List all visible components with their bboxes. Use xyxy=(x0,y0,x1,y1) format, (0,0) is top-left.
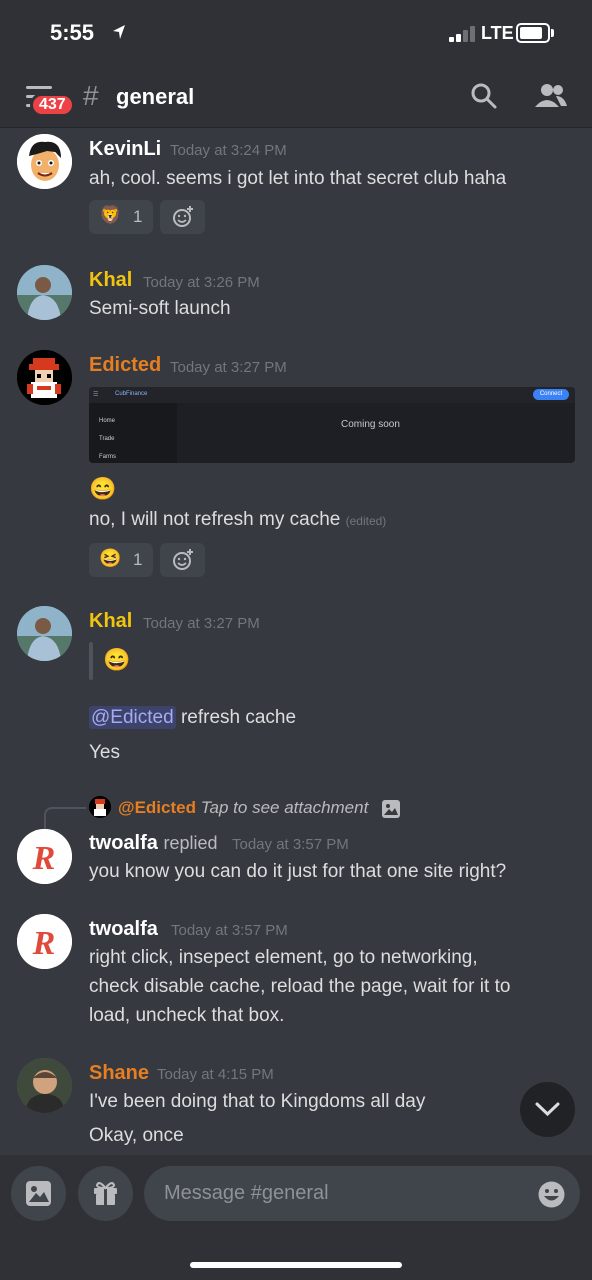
battery-icon xyxy=(516,23,550,43)
message-list[interactable]: KevinLi Today at 3:24 PM ah, cool. seems… xyxy=(0,128,592,1155)
reaction-button[interactable]: 🦁 1 xyxy=(89,200,153,234)
embed-topbar xyxy=(89,387,575,403)
message-timestamp: Today at 3:27 PM xyxy=(170,359,287,376)
message-text-content: no, I will not refresh my cache xyxy=(89,509,341,530)
image-attachment[interactable]: ☰ CubFinance Connect Home Trade Farms Co… xyxy=(89,387,575,463)
reply-preview[interactable]: @Edicted Tap to see attachment xyxy=(118,798,368,818)
message-text: load, uncheck that box. xyxy=(89,1005,285,1026)
message-text: Semi-soft launch xyxy=(89,298,231,319)
add-reaction-button[interactable] xyxy=(160,543,205,577)
reply-avatar xyxy=(89,796,111,818)
message-text: right click, insepect element, go to net… xyxy=(89,947,478,968)
avatar[interactable]: R xyxy=(17,829,72,884)
avatar[interactable] xyxy=(17,134,72,189)
message-text: Yes xyxy=(89,742,120,763)
cartoon-avatar-icon xyxy=(17,134,72,189)
embed-center-text: Coming soon xyxy=(341,419,400,430)
message-text: I've been doing that to Kingdoms all day xyxy=(89,1091,426,1112)
add-reaction-button[interactable] xyxy=(160,200,205,234)
pixel-art-avatar-icon xyxy=(17,350,72,405)
home-indicator xyxy=(190,1262,402,1268)
pixel-art-avatar-icon xyxy=(89,796,111,818)
message-text: ah, cool. seems i got let into that secr… xyxy=(89,168,507,189)
photo-avatar-icon xyxy=(17,606,72,661)
svg-text:R: R xyxy=(32,925,56,962)
members-icon[interactable] xyxy=(534,82,568,110)
embed-logo: CubFinance xyxy=(115,391,148,397)
image-upload-button[interactable] xyxy=(11,1166,66,1221)
battery-nub xyxy=(551,29,554,37)
network-type: LTE xyxy=(481,23,514,43)
avatar[interactable] xyxy=(17,1058,72,1113)
reply-mention: @Edicted xyxy=(118,798,196,817)
message-timestamp: Today at 3:26 PM xyxy=(143,274,260,291)
message-timestamp: Today at 3:24 PM xyxy=(170,142,287,159)
status-time: 5:55 xyxy=(50,20,95,45)
replied-label: replied xyxy=(163,833,218,853)
message-author[interactable]: Edicted xyxy=(89,354,161,377)
embed-nav-item: Trade xyxy=(99,436,115,442)
message-author[interactable]: twoalfa xyxy=(89,918,158,941)
message-author[interactable]: Khal xyxy=(89,269,132,292)
message-timestamp: Today at 4:15 PM xyxy=(157,1066,274,1083)
image-icon xyxy=(26,1181,51,1206)
quoted-emoji: 😄 xyxy=(103,647,131,672)
reaction-emoji: 🦁 xyxy=(99,205,122,225)
channel-title[interactable]: general xyxy=(116,84,194,110)
location-arrow-icon xyxy=(113,25,125,39)
message-text: Okay, once xyxy=(89,1125,184,1146)
gift-icon xyxy=(94,1182,117,1205)
reaction-emoji: 😆 xyxy=(99,548,122,568)
r-logo-avatar-icon: R xyxy=(17,829,72,884)
photo-avatar-icon xyxy=(17,1058,72,1113)
message-timestamp: Today at 3:57 PM xyxy=(232,836,349,853)
emoji-icon[interactable] xyxy=(537,1180,566,1209)
message-timestamp: Today at 3:57 PM xyxy=(171,922,288,939)
chevron-down-icon xyxy=(535,1102,560,1117)
signal-icon xyxy=(449,26,479,42)
message-text: @Edicted refresh cache xyxy=(89,706,297,729)
message-input[interactable] xyxy=(144,1166,580,1221)
add-reaction-icon xyxy=(173,549,193,570)
message-author[interactable]: twoalfa replied xyxy=(89,832,218,855)
reaction-button[interactable]: 😆 1 xyxy=(89,543,153,577)
svg-text:R: R xyxy=(32,840,56,877)
message-text: no, I will not refresh my cache (edited) xyxy=(89,509,386,531)
unread-badge: 437 xyxy=(30,93,75,117)
avatar[interactable] xyxy=(17,265,72,320)
message-author[interactable]: Khal xyxy=(89,610,132,633)
photo-avatar-icon xyxy=(17,265,72,320)
message-author[interactable]: Shane xyxy=(89,1062,149,1085)
gift-button[interactable] xyxy=(78,1166,133,1221)
search-icon[interactable] xyxy=(470,82,498,110)
message-text-content: refresh cache xyxy=(180,707,297,728)
embed-nav-item: Home xyxy=(99,418,116,424)
embed-connect-button: Connect xyxy=(533,389,569,400)
reaction-count: 1 xyxy=(133,550,143,569)
embed-menu-icon: ☰ xyxy=(93,392,99,398)
avatar[interactable]: R xyxy=(17,914,72,969)
reply-text: Tap to see attachment xyxy=(200,798,369,817)
message-timestamp: Today at 3:27 PM xyxy=(143,615,260,632)
hash-icon: # xyxy=(83,80,99,111)
message-text: check disable cache, reload the page, wa… xyxy=(89,976,511,997)
reaction-count: 1 xyxy=(133,207,143,226)
user-mention[interactable]: @Edicted xyxy=(89,706,176,729)
quote-bar xyxy=(89,642,93,680)
author-name: twoalfa xyxy=(89,832,158,854)
jump-to-bottom-button[interactable] xyxy=(520,1082,575,1137)
message-author[interactable]: KevinLi xyxy=(89,138,161,161)
edited-label: (edited) xyxy=(345,514,387,528)
attachment-image-icon xyxy=(382,800,400,818)
avatar[interactable] xyxy=(17,606,72,661)
avatar[interactable] xyxy=(17,350,72,405)
message-text: you know you can do it just for that one… xyxy=(89,861,507,882)
emoji-message: 😄 xyxy=(89,476,117,501)
embed-nav-item: Farms xyxy=(99,454,116,460)
add-reaction-icon xyxy=(173,206,193,227)
r-logo-avatar-icon: R xyxy=(17,914,72,969)
status-bar: 5:55 LTE xyxy=(0,0,592,70)
